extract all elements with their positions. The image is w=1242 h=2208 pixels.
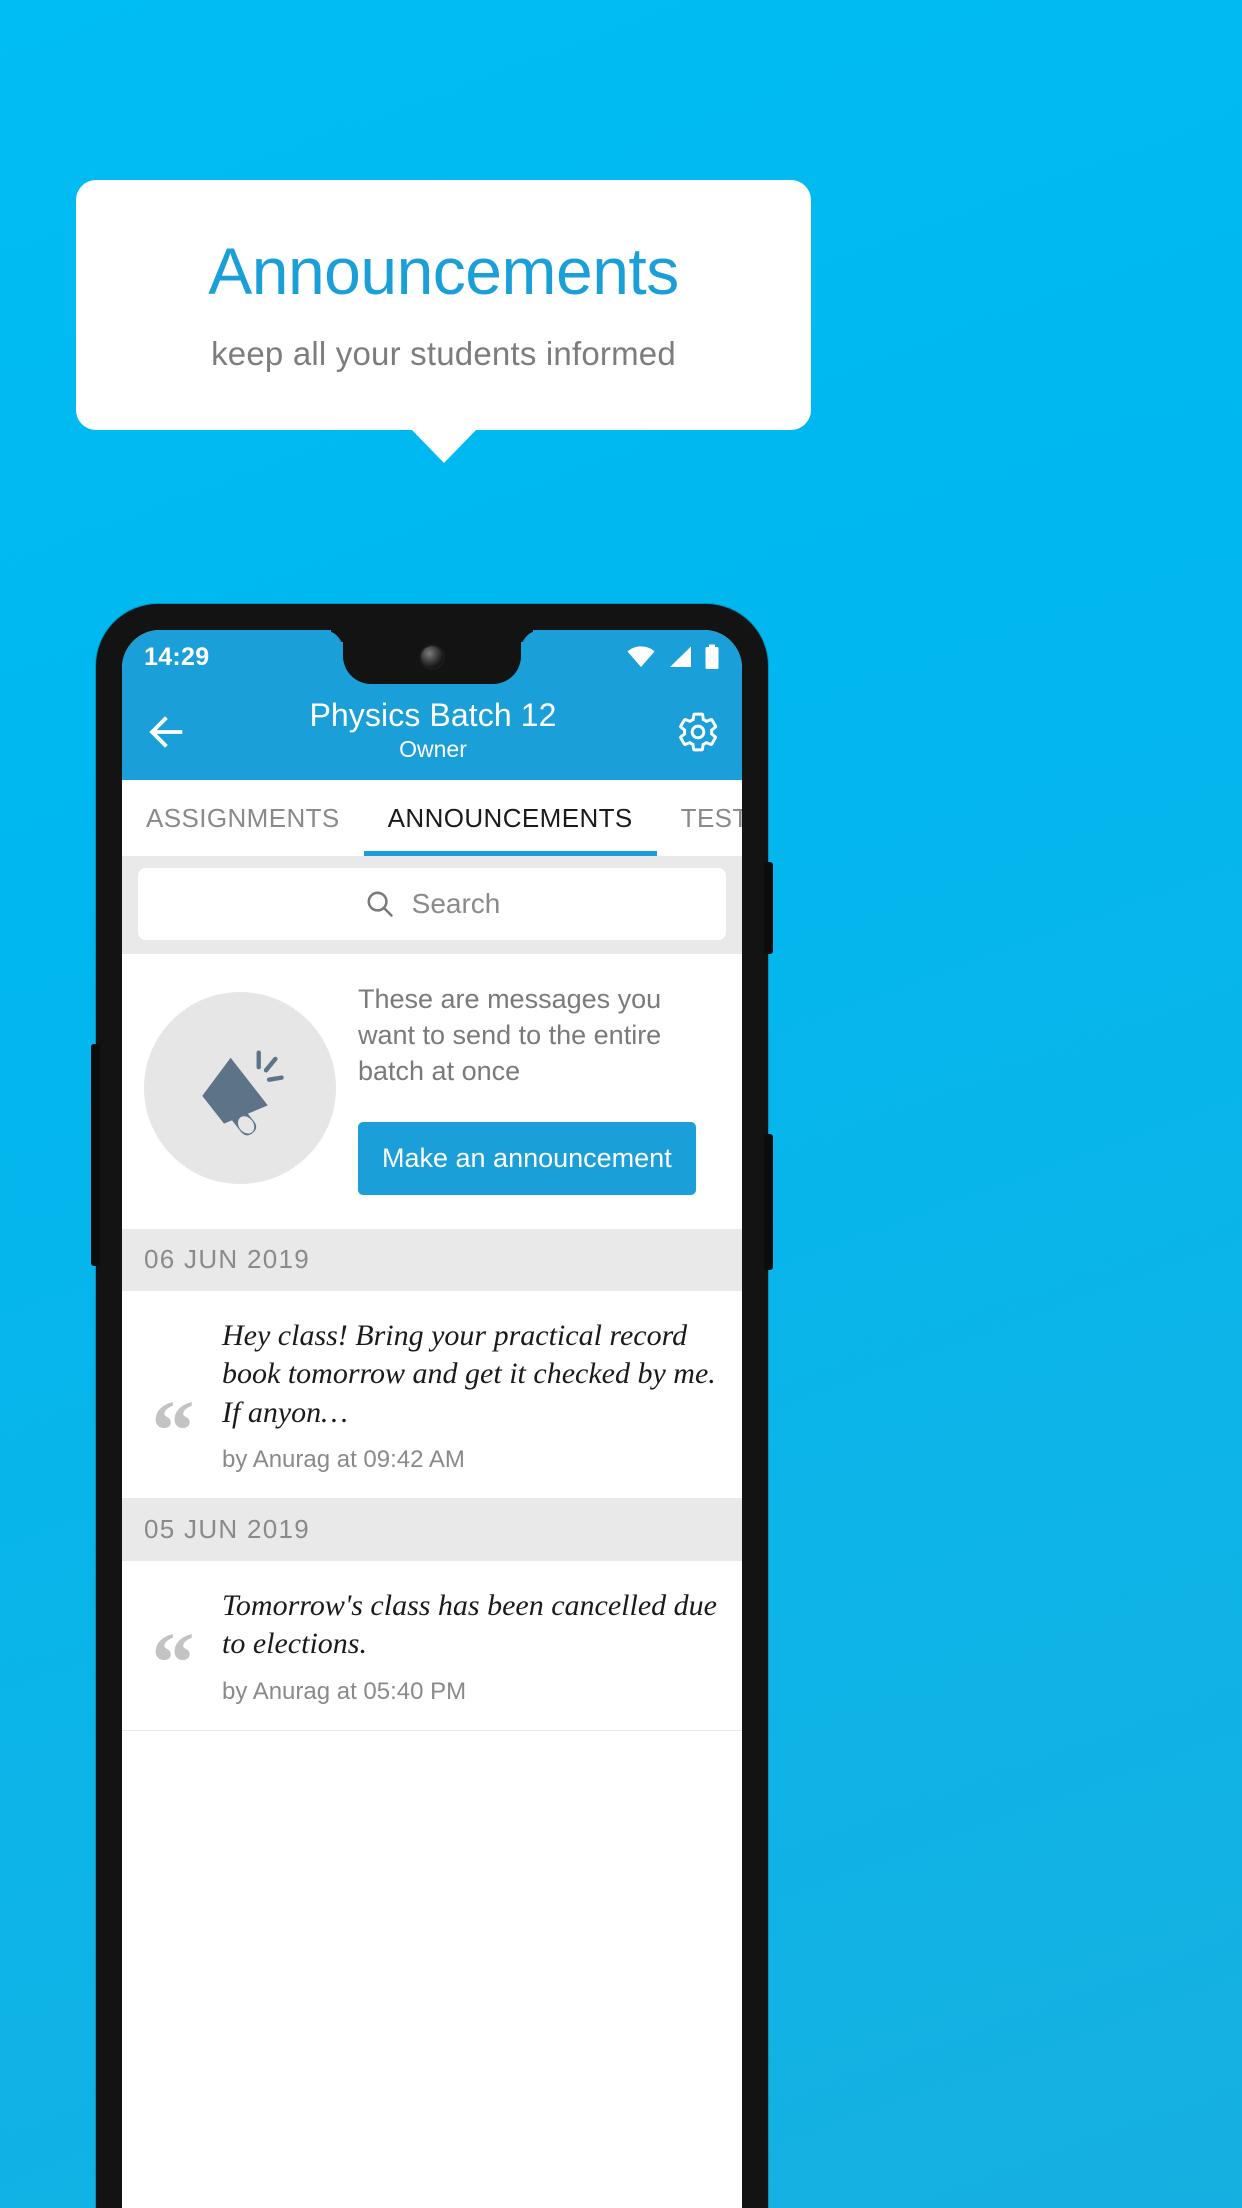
app-bar: Physics Batch 12 Owner xyxy=(122,684,742,780)
gear-icon[interactable] xyxy=(676,710,720,754)
promo-card: Announcements keep all your students inf… xyxy=(76,180,811,430)
search-zone: Search xyxy=(122,856,742,954)
quote-mark-icon: “ xyxy=(151,1381,195,1478)
megaphone-icon-container xyxy=(144,992,336,1185)
quote-mark-icon: “ xyxy=(151,1613,195,1710)
announcement-promo-block: These are messages you want to send to t… xyxy=(122,954,742,1229)
search-placeholder: Search xyxy=(411,888,501,919)
phone-screen: 14:29 Physics Batch 12 Owner ASSIGNMENTS… xyxy=(122,630,742,2208)
megaphone-icon xyxy=(202,1050,284,1136)
announcement-list-item[interactable]: “ Hey class! Bring your practical record… xyxy=(122,1290,742,1499)
date-header: 06 JUN 2019 xyxy=(122,1228,742,1291)
front-camera-icon xyxy=(421,646,443,668)
announcement-body: Hey class! Bring your practical record b… xyxy=(222,1317,722,1474)
search-input[interactable]: Search xyxy=(138,868,726,940)
app-bar-title: Physics Batch 12 xyxy=(309,697,557,734)
tab-bar: ASSIGNMENTS ANNOUNCEMENTS TESTS xyxy=(122,780,742,856)
announcement-text: Hey class! Bring your practical record b… xyxy=(222,1318,716,1429)
announcement-meta: by Anurag at 09:42 AM xyxy=(222,1445,465,1473)
tab-assignments[interactable]: ASSIGNMENTS xyxy=(122,780,364,856)
status-time: 14:29 xyxy=(144,642,210,671)
promo-right-column: These are messages you want to send to t… xyxy=(358,982,720,1195)
promo-description: These are messages you want to send to t… xyxy=(358,984,662,1086)
speech-bubble-tail xyxy=(411,429,477,463)
battery-icon xyxy=(705,644,719,669)
wifi-icon xyxy=(627,646,655,667)
app-bar-subtitle: Owner xyxy=(399,736,467,763)
date-header: 05 JUN 2019 xyxy=(122,1498,742,1561)
status-icons xyxy=(626,644,720,670)
search-icon xyxy=(367,891,393,917)
phone-volume-button[interactable] xyxy=(764,1134,773,1270)
page-subtitle: keep all your students informed xyxy=(211,334,676,372)
phone-power-button[interactable] xyxy=(764,862,773,954)
phone-assistant-button[interactable] xyxy=(91,1044,100,1266)
signal-icon xyxy=(670,646,691,667)
announcement-body: Tomorrow's class has been cancelled due … xyxy=(222,1587,722,1706)
back-arrow-icon[interactable] xyxy=(144,709,190,755)
tab-tests[interactable]: TESTS xyxy=(657,780,742,856)
announcement-meta: by Anurag at 05:40 PM xyxy=(222,1677,467,1705)
announcement-text: Tomorrow's class has been cancelled due … xyxy=(222,1588,717,1661)
announcement-list-item[interactable]: “ Tomorrow's class has been cancelled du… xyxy=(122,1560,742,1731)
phone-device-frame: 14:29 Physics Batch 12 Owner ASSIGNMENTS… xyxy=(91,604,773,2208)
app-bar-titles: Physics Batch 12 Owner xyxy=(190,697,676,763)
phone-notch xyxy=(343,630,521,684)
page-title: Announcements xyxy=(208,234,679,309)
tab-announcements[interactable]: ANNOUNCEMENTS xyxy=(363,780,657,856)
make-announcement-button[interactable]: Make an announcement xyxy=(358,1121,696,1195)
